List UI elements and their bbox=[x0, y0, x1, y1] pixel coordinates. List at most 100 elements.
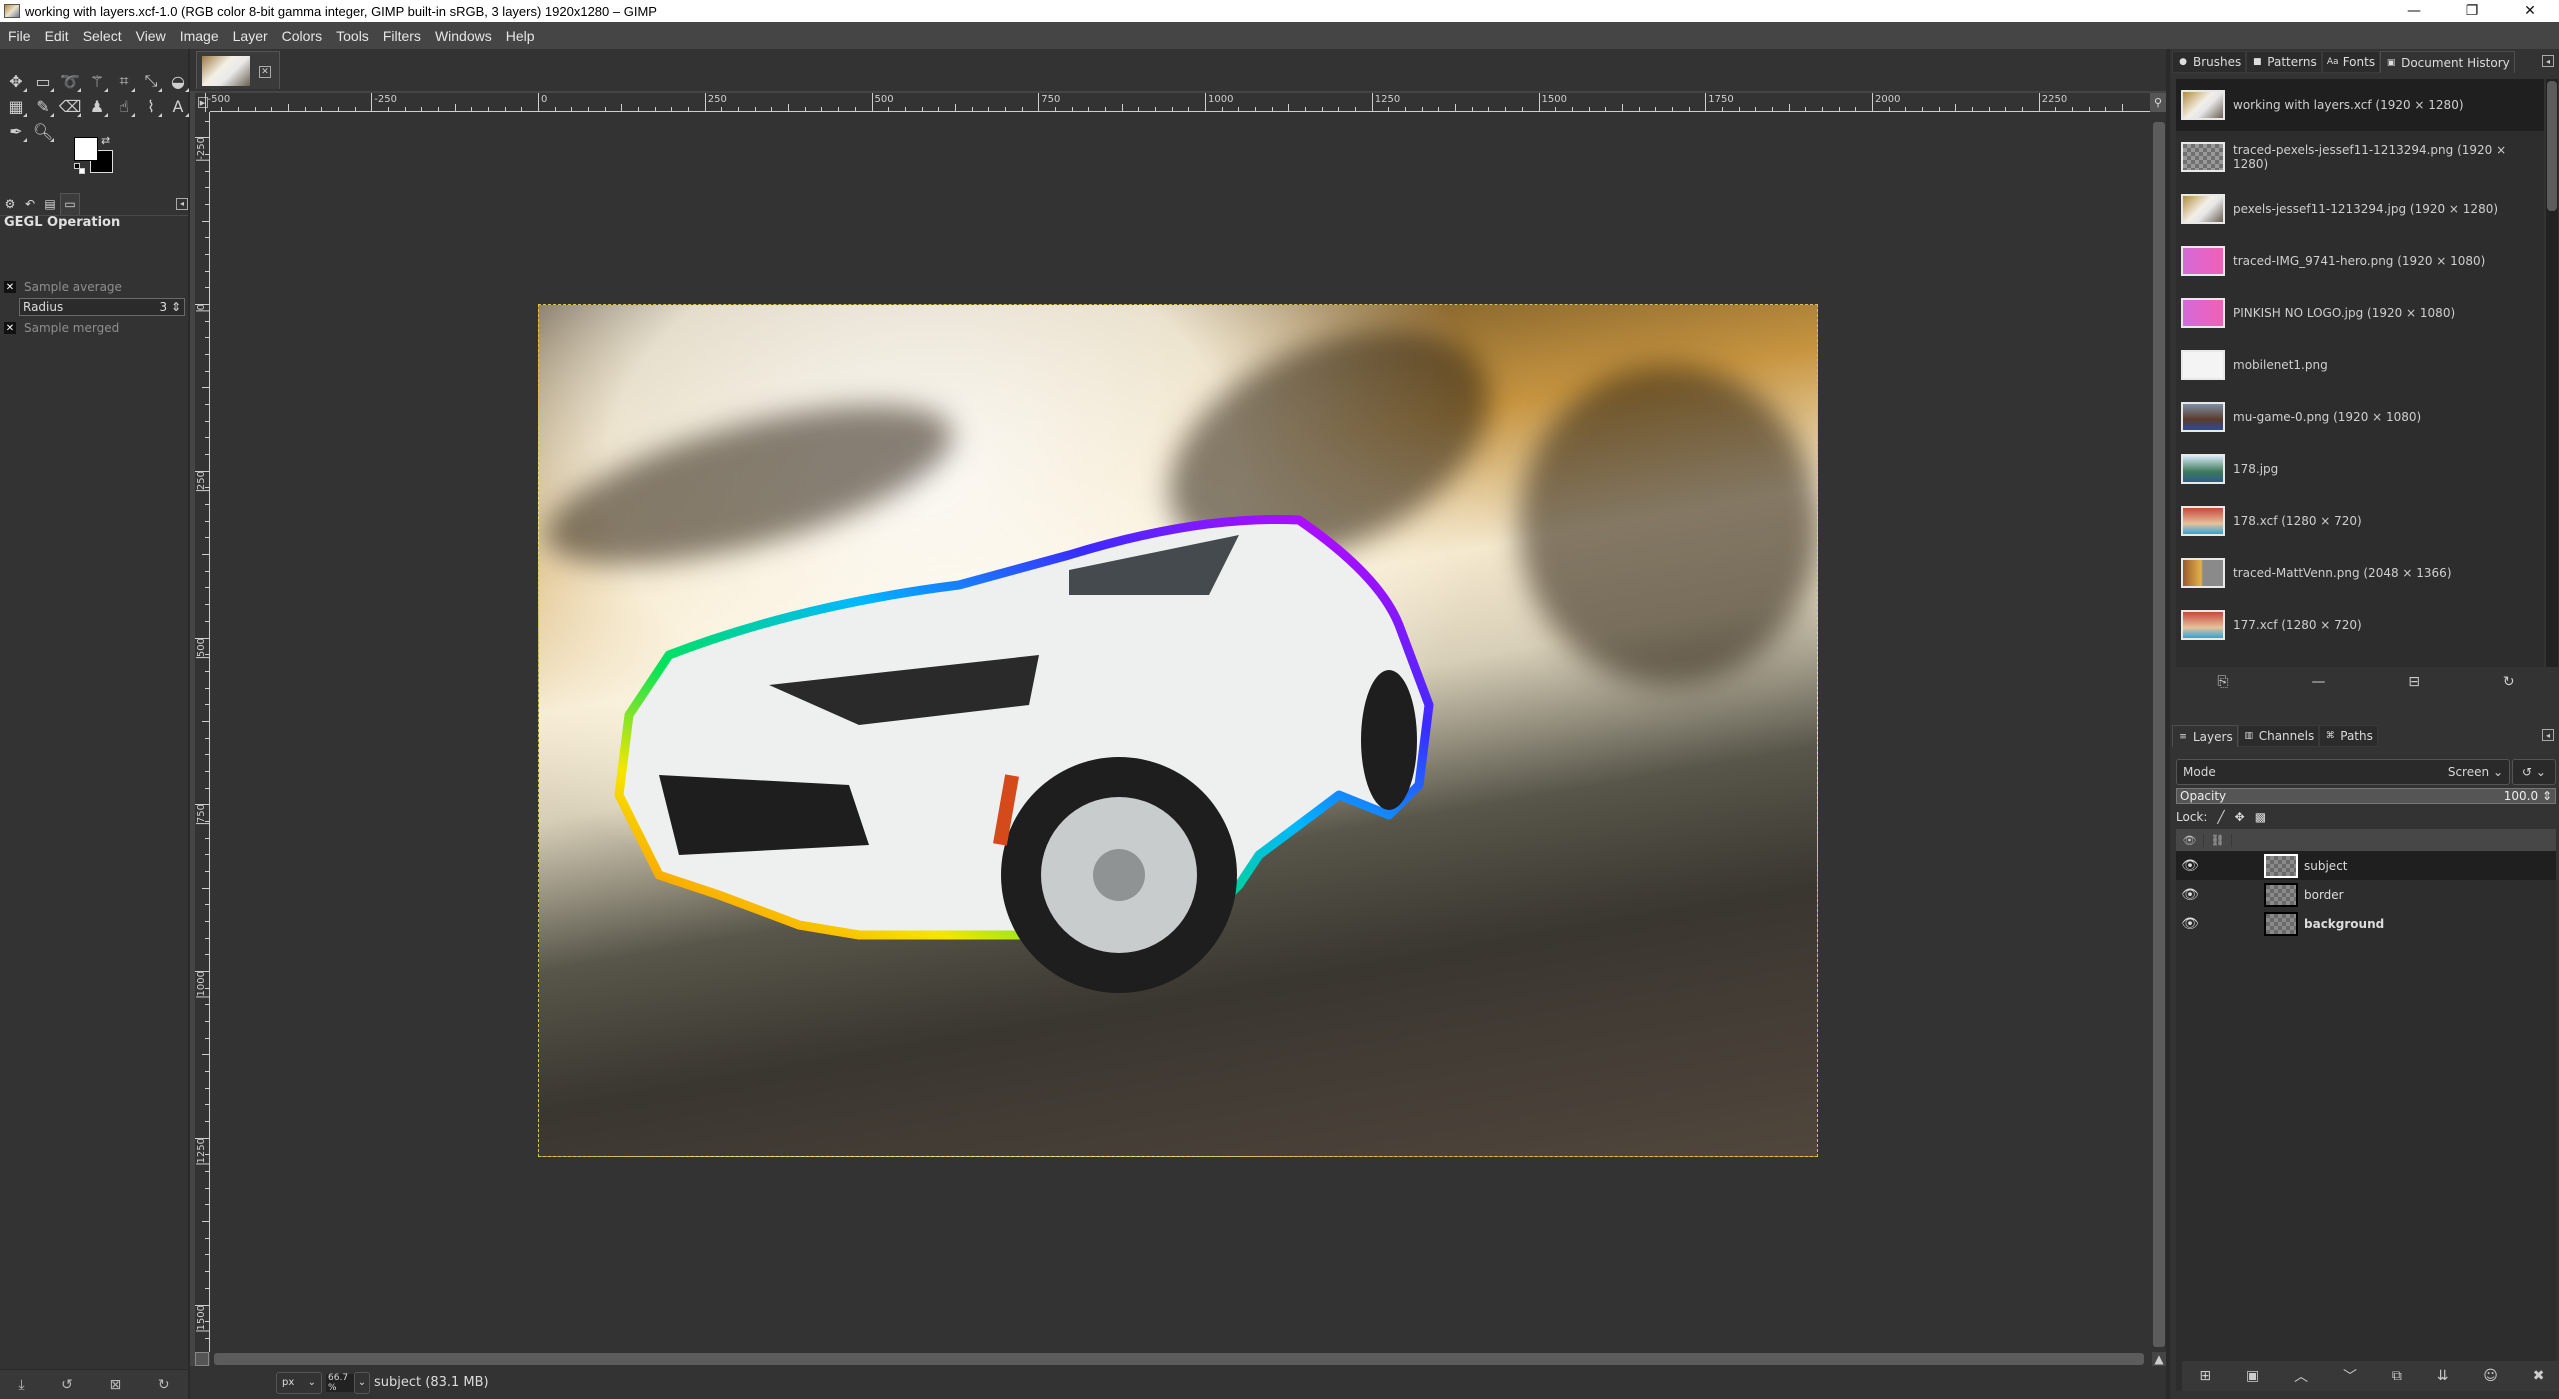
delete-layer-icon[interactable]: ✖ bbox=[2533, 1368, 2545, 1384]
panel-menu-icon[interactable]: ◂ bbox=[176, 197, 188, 210]
reset-options-icon[interactable]: ↻ bbox=[158, 1377, 170, 1393]
opacity-slider[interactable]: Opacity 100.0 ⇕ bbox=[2176, 788, 2556, 804]
horizontal-scrollbar[interactable] bbox=[210, 1352, 2152, 1366]
clear-history-icon[interactable]: ⊟ bbox=[2408, 674, 2420, 690]
vertical-scrollbar[interactable] bbox=[2152, 112, 2166, 1352]
visibility-eye-icon[interactable]: 👁︎ bbox=[2176, 887, 2204, 903]
new-layer-group-icon[interactable]: ▣ bbox=[2246, 1368, 2259, 1384]
spin-arrows-icon[interactable]: ⇕ bbox=[2542, 789, 2552, 803]
menu-file[interactable]: File bbox=[0, 28, 37, 44]
swap-colors-icon[interactable]: ⇄ bbox=[101, 134, 110, 147]
dock-tab-channels[interactable]: ▥ Channels bbox=[2237, 725, 2320, 747]
dock-tab-patterns[interactable]: ■ Patterns bbox=[2246, 51, 2322, 73]
navigate-icon[interactable]: ▲ bbox=[2152, 1352, 2166, 1366]
history-item[interactable]: traced-IMG_9741-hero.png (1920 × 1080) bbox=[2176, 235, 2544, 287]
layer-row-subject[interactable]: 👁︎ subject bbox=[2176, 851, 2556, 880]
lock-pixels-icon[interactable]: ╱ bbox=[2217, 810, 2224, 824]
menu-help[interactable]: Help bbox=[498, 28, 541, 44]
history-item[interactable]: traced-pexels-jessef11-1213294.png (1920… bbox=[2176, 131, 2544, 183]
rect-select-tool-icon[interactable]: ▭ bbox=[31, 69, 55, 93]
menu-select[interactable]: Select bbox=[75, 28, 128, 44]
free-select-tool-icon[interactable]: ➰ bbox=[58, 69, 82, 93]
sample-merged-option[interactable]: ✕ Sample merged bbox=[4, 321, 119, 335]
dock-tab-fonts[interactable]: Aa Fonts bbox=[2321, 51, 2381, 73]
crop-tool-icon[interactable]: ⌗ bbox=[112, 69, 136, 93]
visibility-eye-icon[interactable]: 👁︎ bbox=[2176, 916, 2204, 932]
history-item[interactable]: pexels-jessef11-1213294.jpg (1920 × 1280… bbox=[2176, 183, 2544, 235]
menu-image[interactable]: Image bbox=[172, 28, 225, 44]
undo-history-tab-icon[interactable]: ↶ bbox=[20, 193, 40, 215]
device-status-tab-icon[interactable]: ▭ bbox=[60, 192, 80, 215]
history-scrollbar[interactable] bbox=[2546, 79, 2558, 667]
dock-tab-document-history[interactable]: ▣ Document History bbox=[2380, 51, 2515, 73]
default-colors-icon[interactable] bbox=[74, 163, 85, 174]
sample-average-option[interactable]: ✕ Sample average bbox=[4, 280, 122, 294]
new-layer-icon[interactable]: ⊞ bbox=[2199, 1368, 2211, 1384]
history-item[interactable]: working with layers.xcf (1920 × 1280) bbox=[2176, 79, 2544, 131]
image-canvas[interactable] bbox=[538, 304, 1818, 1157]
color-picker-tool-icon[interactable]: ✒ bbox=[4, 119, 28, 143]
merge-layer-icon[interactable]: ⇊ bbox=[2437, 1368, 2449, 1384]
layer-list[interactable]: 👁︎ subject 👁︎ border 👁︎ background ⊞ ▣ ︿ ﹀ ⧉ ⇊ ☺ ✖ bbox=[2176, 851, 2559, 1391]
zoom-input[interactable]: 66.7 % bbox=[326, 1373, 354, 1393]
document-history-list[interactable]: working with layers.xcf (1920 × 1280) tra… bbox=[2176, 79, 2544, 667]
menu-tools[interactable]: Tools bbox=[328, 28, 375, 44]
history-item[interactable]: mobilenet1.png bbox=[2176, 339, 2544, 391]
text-tool-icon[interactable]: A bbox=[166, 94, 190, 118]
save-options-icon[interactable]: ⤓ bbox=[18, 1377, 24, 1393]
canvas-area[interactable] bbox=[210, 112, 2152, 1352]
paths-tool-icon[interactable]: ⌇ bbox=[139, 94, 163, 118]
lock-position-icon[interactable]: ✥ bbox=[2235, 810, 2245, 824]
gradient-tool-icon[interactable]: ▦ bbox=[4, 94, 28, 118]
refresh-icon[interactable]: ↻ bbox=[2503, 674, 2515, 690]
paintbrush-tool-icon[interactable]: ✎ bbox=[31, 94, 55, 118]
dock-tab-brushes[interactable]: ● Brushes bbox=[2172, 51, 2247, 73]
visibility-eye-icon[interactable]: 👁︎ bbox=[2176, 858, 2204, 874]
fuzzy-select-tool-icon[interactable]: ⚚ bbox=[85, 69, 109, 93]
zoom-tool-icon[interactable]: 🔍︎ bbox=[31, 119, 55, 143]
transform-tool-icon[interactable]: ⤡ bbox=[139, 69, 163, 93]
dock-tab-paths[interactable]: ⌘ Paths bbox=[2319, 725, 2378, 747]
add-mask-icon[interactable]: ☺ bbox=[2483, 1368, 2498, 1384]
history-item[interactable]: 177.xcf (1280 × 720) bbox=[2176, 599, 2544, 651]
menu-windows[interactable]: Windows bbox=[427, 28, 498, 44]
menu-colors[interactable]: Colors bbox=[274, 28, 328, 44]
smudge-tool-icon[interactable]: ☝ bbox=[112, 94, 136, 118]
raise-layer-icon[interactable]: ︿ bbox=[2294, 1366, 2308, 1386]
dock-tab-layers[interactable]: ≡ Layers bbox=[2172, 725, 2238, 747]
vertical-ruler[interactable]: -250 0 250 500 750 1000 1250 1500 bbox=[195, 112, 210, 1356]
panel-menu-icon[interactable]: ◂ bbox=[2542, 55, 2554, 67]
eraser-tool-icon[interactable]: ⌫ bbox=[58, 94, 82, 118]
clone-tool-icon[interactable]: ♟ bbox=[85, 94, 109, 118]
lock-alpha-icon[interactable]: ▩ bbox=[2255, 810, 2266, 824]
sample-merged-checkbox[interactable]: ✕ bbox=[4, 322, 16, 334]
history-item[interactable]: mu-game-0.png (1920 × 1080) bbox=[2176, 391, 2544, 443]
remove-entry-icon[interactable]: — bbox=[2311, 674, 2325, 690]
menu-edit[interactable]: Edit bbox=[37, 28, 75, 44]
quick-mask-toggle[interactable] bbox=[195, 1352, 209, 1366]
restore-options-icon[interactable]: ↺ bbox=[61, 1377, 73, 1393]
radius-spinbox[interactable]: Radius 3 ⇕ bbox=[19, 298, 185, 316]
layer-row-background[interactable]: 👁︎ background bbox=[2176, 909, 2556, 938]
sample-average-checkbox[interactable]: ✕ bbox=[4, 281, 16, 293]
zoom-dropdown[interactable]: ⌄ bbox=[354, 1371, 370, 1394]
composite-mode-select[interactable]: ↺ ⌄ bbox=[2512, 759, 2556, 785]
move-tool-icon[interactable]: ✥ bbox=[4, 69, 28, 93]
unit-select[interactable]: px ⌄ bbox=[276, 1371, 322, 1394]
layer-row-border[interactable]: 👁︎ border bbox=[2176, 880, 2556, 909]
tool-options-tab-icon[interactable]: ⚙ bbox=[0, 193, 20, 215]
images-tab-icon[interactable]: ▤ bbox=[40, 193, 60, 215]
horizontal-ruler[interactable]: -500 -250 0 250 500 750 1000 1250 1500 1750 2000 22… bbox=[204, 93, 2152, 112]
layer-mode-select[interactable]: Mode Screen ⌄ bbox=[2176, 759, 2510, 785]
history-item[interactable]: 178.jpg bbox=[2176, 443, 2544, 495]
history-item[interactable]: traced-MattVenn.png (2048 × 1366) bbox=[2176, 547, 2544, 599]
lower-layer-icon[interactable]: ﹀ bbox=[2343, 1366, 2357, 1386]
warp-transform-tool-icon[interactable]: ◒ bbox=[166, 69, 190, 93]
menu-view[interactable]: View bbox=[128, 28, 172, 44]
menu-layer[interactable]: Layer bbox=[225, 28, 274, 44]
open-image-icon[interactable]: ⎘ bbox=[2217, 674, 2228, 690]
history-item[interactable]: PINKISH NO LOGO.jpg (1920 × 1080) bbox=[2176, 287, 2544, 339]
duplicate-layer-icon[interactable]: ⧉ bbox=[2392, 1368, 2402, 1384]
minimize-button[interactable]: — bbox=[2385, 0, 2443, 22]
zoom-image-icon[interactable]: ⚲ bbox=[2150, 93, 2166, 112]
